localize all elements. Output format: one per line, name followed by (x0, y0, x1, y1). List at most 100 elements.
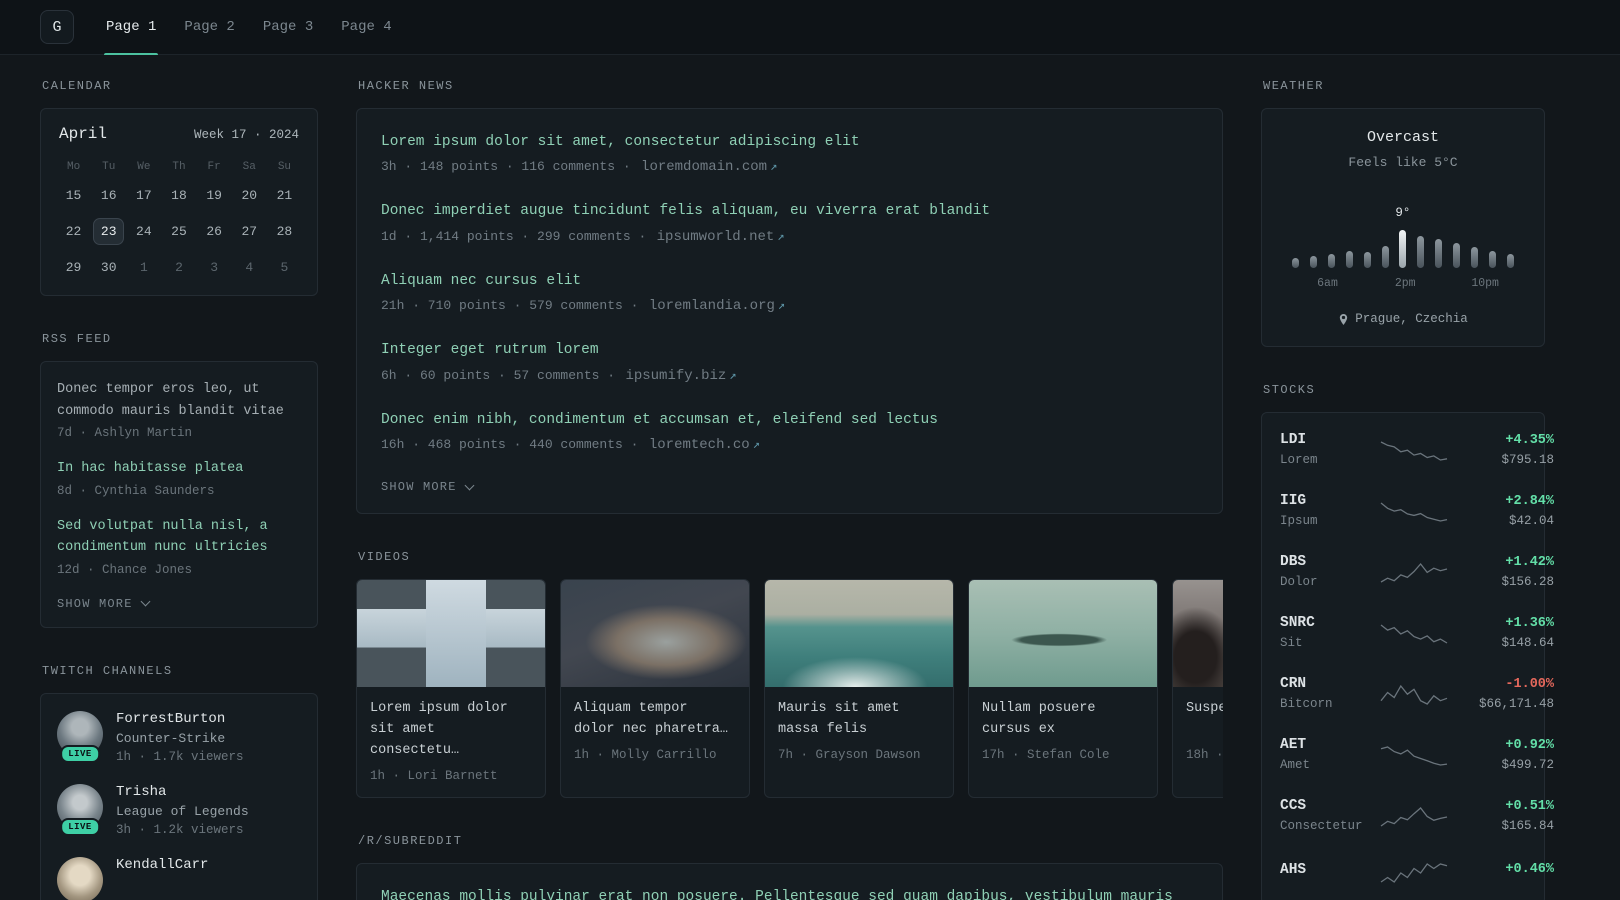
twitch-avatar-wrap: LIVE (57, 710, 103, 763)
rss-item-title[interactable]: Donec tempor eros leo, ut commodo mauris… (57, 382, 284, 419)
rss-item[interactable]: In hac habitasse platea 8d · Cynthia Sau… (57, 458, 301, 498)
stock-row[interactable]: AHS +0.46% (1278, 846, 1554, 898)
twitch-channel-row[interactable]: KendallCarr (57, 856, 301, 900)
rss-card: Donec tempor eros leo, ut commodo mauris… (40, 361, 318, 628)
hackernews-item-title[interactable]: Donec enim nibh, condimentum et accumsan… (381, 409, 1198, 431)
rss-item[interactable]: Sed volutpat nulla nisl, a condimentum n… (57, 516, 301, 577)
calendar-day-next-month: 1 (139, 260, 148, 275)
hackernews-show-more-label: SHOW MORE (381, 480, 457, 495)
video-title[interactable]: Lorem ipsum dolor sit amet consectetu… (370, 699, 532, 762)
twitch-channel-row[interactable]: LIVE ForrestBurton Counter-Strike 1h · 1… (57, 710, 301, 764)
video-thumbnail[interactable] (1173, 580, 1223, 688)
subreddit-post-title[interactable]: Maecenas mollis pulvinar erat non posuer… (381, 886, 1198, 900)
calendar-dow: We (137, 161, 151, 173)
hackernews-section-title: HACKER NEWS (358, 79, 454, 93)
stock-sparkline (1380, 498, 1448, 524)
stock-sparkline (1380, 742, 1448, 768)
video-card[interactable]: Nullam posuere cursus ex 17h · Stefan Co… (968, 579, 1158, 799)
rss-show-more-button[interactable]: SHOW MORE (57, 597, 151, 611)
stock-row[interactable]: CCS Consectetur +0.51% $165.84 (1278, 785, 1554, 846)
twitch-avatar-wrap: LIVE (57, 783, 103, 836)
hackernews-item-title[interactable]: Integer eget rutrum lorem (381, 339, 1198, 361)
external-link-icon: ↗ (752, 438, 760, 453)
hackernews-show-more-button[interactable]: SHOW MORE (381, 480, 475, 495)
rss-item[interactable]: Donec tempor eros leo, ut commodo mauris… (57, 379, 301, 440)
calendar-day: 28 (276, 224, 293, 239)
video-meta: 1h · Molly Carrillo (574, 748, 717, 763)
calendar-header: April Week 17 · 2024 (56, 125, 302, 143)
stock-change: +1.42% (1505, 554, 1554, 570)
rss-item-meta: 12d · Chance Jones (57, 562, 193, 577)
hackernews-item-domain-link[interactable]: loremdomain.com (641, 159, 767, 175)
twitch-channel-row[interactable]: LIVE Trisha League of Legends 3h · 1.2k … (57, 783, 301, 837)
video-card[interactable]: Lorem ipsum dolor sit amet consectetu… 1… (356, 579, 546, 799)
calendar-month: April (59, 125, 108, 143)
stock-symbol: AHS (1280, 861, 1307, 878)
stock-symbol: DBS (1280, 554, 1307, 570)
calendar-grid: Mo Tu We Th Fr Sa Su 15 16 17 18 19 20 2… (56, 161, 302, 281)
stock-symbol: AET (1280, 737, 1307, 753)
video-card[interactable]: Mauris sit amet massa felis 7h · Grayson… (764, 579, 954, 799)
video-thumbnail[interactable] (765, 580, 953, 688)
calendar-day-selected: 23 (93, 218, 125, 245)
hackernews-item-domain-link[interactable]: loremlandia.org (649, 298, 775, 314)
video-thumbnail[interactable] (561, 580, 749, 688)
video-thumbnail[interactable] (969, 580, 1157, 688)
video-card[interactable]: Suspendisse diam 18h · Tara (1172, 579, 1223, 799)
stock-change: +0.51% (1505, 798, 1554, 814)
hackernews-item: Donec imperdiet augue tincidunt felis al… (381, 200, 1198, 244)
stock-price: $165.84 (1501, 818, 1554, 833)
video-title[interactable]: Mauris sit amet massa felis (778, 699, 940, 741)
video-title[interactable]: Aliquam tempor dolor nec pharetra… (574, 699, 736, 741)
video-title[interactable]: Suspendisse diam (1186, 699, 1223, 741)
avatar (57, 856, 103, 900)
twitch-channel-name[interactable]: Trisha (116, 784, 249, 800)
twitch-channel-name[interactable]: KendallCarr (116, 857, 208, 873)
tab-page-2[interactable]: Page 2 (170, 0, 248, 54)
calendar-day: 30 (100, 260, 117, 275)
stock-symbol: IIG (1280, 493, 1307, 509)
tab-page-1[interactable]: Page 1 (92, 0, 170, 55)
weather-card: Overcast Feels like 5°C 9° 6am 2pm 10pm … (1261, 108, 1545, 347)
hackernews-item-domain-link[interactable]: ipsumify.biz (625, 368, 726, 384)
stock-row[interactable]: DBS Dolor +1.42% $156.28 (1278, 541, 1554, 602)
twitch-channel-meta: 3h · 1.2k viewers (116, 822, 244, 837)
stock-row[interactable]: IIG Ipsum +2.84% $42.04 (1278, 480, 1554, 541)
stock-name: Ipsum (1280, 514, 1318, 528)
hackernews-item-title[interactable]: Lorem ipsum dolor sit amet, consectetur … (381, 131, 1198, 153)
stock-row[interactable]: CRN Bitcorn -1.00% $66,171.48 (1278, 663, 1554, 724)
stock-row[interactable]: AET Amet +0.92% $499.72 (1278, 724, 1554, 785)
stock-row[interactable]: SNRC Sit +1.36% $148.64 (1278, 602, 1554, 663)
calendar-day-next-month: 3 (210, 260, 219, 275)
video-title[interactable]: Nullam posuere cursus ex (982, 699, 1144, 741)
rss-item-title[interactable]: Sed volutpat nulla nisl, a condimentum n… (57, 519, 268, 556)
twitch-channel-name[interactable]: ForrestBurton (116, 711, 244, 727)
stock-change: +2.84% (1505, 493, 1554, 509)
video-thumbnail[interactable] (357, 580, 545, 688)
stocks-card: LDI Lorem +4.35% $795.18 IIG Ipsum +2.84… (1261, 412, 1554, 900)
hackernews-item-domain-link[interactable]: loremtech.co (649, 437, 750, 453)
external-link-icon: ↗ (770, 160, 778, 175)
twitch-channel-game: Counter-Strike (116, 730, 226, 746)
calendar-dow: Th (172, 161, 186, 173)
app-logo[interactable]: G (40, 10, 74, 44)
video-card[interactable]: Aliquam tempor dolor nec pharetra… 1h · … (560, 579, 750, 799)
calendar-day-next-month: 4 (245, 260, 254, 275)
hackernews-item-title[interactable]: Aliquam nec cursus elit (381, 270, 1198, 292)
stock-row[interactable]: LDI Lorem +4.35% $795.18 (1278, 419, 1554, 480)
stocks-section: STOCKS LDI Lorem +4.35% $795.18 IIG Ipsu… (1261, 383, 1554, 900)
weather-bar (1345, 251, 1353, 268)
calendar-card: April Week 17 · 2024 Mo Tu We Th Fr Sa S… (40, 108, 318, 296)
rss-item-title[interactable]: In hac habitasse platea (57, 461, 243, 476)
hackernews-item-title[interactable]: Donec imperdiet augue tincidunt felis al… (381, 200, 1198, 222)
stock-change: +1.36% (1505, 615, 1554, 631)
location-pin-icon (1340, 313, 1348, 325)
weather-condition: Overcast (1366, 129, 1439, 146)
calendar-day: 19 (206, 188, 222, 203)
tab-page-4[interactable]: Page 4 (327, 0, 405, 54)
weather-bar (1453, 243, 1461, 268)
stock-price: $795.18 (1501, 452, 1554, 467)
tab-page-3[interactable]: Page 3 (249, 0, 327, 54)
weather-bar (1435, 239, 1443, 268)
hackernews-item-domain-link[interactable]: ipsumworld.net (657, 229, 775, 245)
